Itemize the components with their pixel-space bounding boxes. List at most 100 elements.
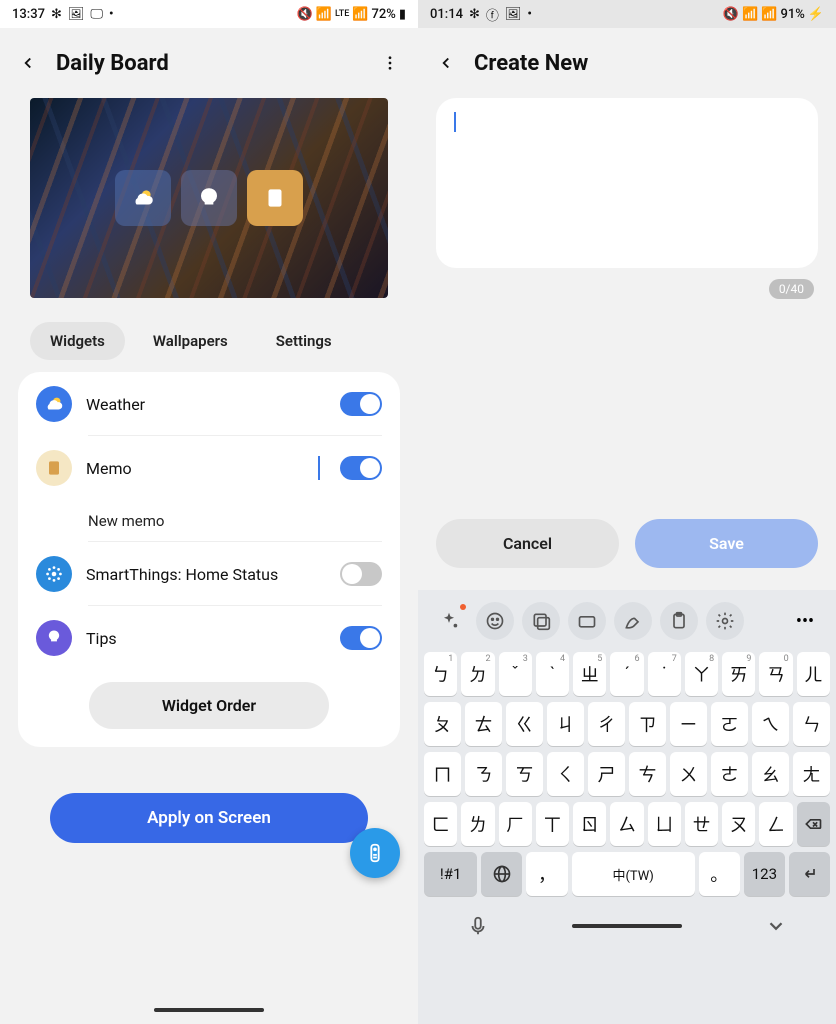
key-char[interactable]: ㄙ (610, 802, 643, 846)
tabs: Widgets Wallpapers Settings (0, 322, 418, 372)
keyboard-bottom-bar (424, 902, 830, 944)
key-char[interactable]: ㄗ (629, 702, 666, 746)
key-char[interactable]: ㄨ (670, 752, 707, 796)
widget-label: Memo (86, 459, 304, 478)
key-char[interactable]: ㄉ2 (461, 652, 494, 696)
key-numeric[interactable]: 123 (744, 852, 785, 896)
key-char[interactable]: ㄍ (506, 702, 543, 746)
more-menu-button[interactable] (378, 51, 402, 75)
ai-tool-icon[interactable] (430, 602, 468, 640)
handwrite-tool-icon[interactable] (614, 602, 652, 640)
key-period[interactable]: 。 (699, 852, 740, 896)
notification-dot (460, 604, 466, 610)
sticker-tool-icon[interactable] (522, 602, 560, 640)
key-char[interactable]: ㄆ (424, 702, 461, 746)
clipboard-tool-icon[interactable] (660, 602, 698, 640)
status-icon: ✻ (51, 7, 62, 22)
key-char[interactable]: ㄒ (536, 802, 569, 846)
key-char[interactable]: ㄐ (547, 702, 584, 746)
key-char[interactable]: ˊ6 (610, 652, 643, 696)
key-language[interactable] (481, 852, 522, 896)
key-char[interactable]: ㄕ (588, 752, 625, 796)
text-cursor (454, 112, 456, 132)
key-symbols[interactable]: !#1 (424, 852, 477, 896)
key-char[interactable]: ㄠ (752, 752, 789, 796)
key-char[interactable]: ㄩ (648, 802, 681, 846)
widget-row-tips[interactable]: Tips (18, 606, 400, 670)
memo-input[interactable] (436, 98, 818, 268)
key-char[interactable]: ˋ4 (536, 652, 569, 696)
facebook-icon: ⓕ (486, 5, 499, 24)
key-char[interactable]: ˇ3 (499, 652, 532, 696)
key-char[interactable]: ㄚ8 (685, 652, 718, 696)
key-char[interactable]: ㄈ (424, 802, 457, 846)
key-char[interactable]: ㄖ (573, 802, 606, 846)
key-char[interactable]: ㄊ (465, 702, 502, 746)
key-char[interactable]: ㄥ (759, 802, 792, 846)
key-char[interactable]: ㄑ (547, 752, 584, 796)
more-tools-icon[interactable]: ••• (786, 602, 824, 640)
keyboard-mode-icon[interactable] (568, 602, 606, 640)
tab-widgets[interactable]: Widgets (30, 322, 125, 360)
key-char[interactable]: ㄏ (499, 802, 532, 846)
signal-icon: 📶 (761, 7, 777, 22)
key-space[interactable]: 中(TW) (572, 852, 695, 896)
key-char[interactable]: ㄝ (685, 802, 718, 846)
nav-pill[interactable] (154, 1008, 264, 1012)
toggle-memo[interactable] (340, 456, 382, 480)
settings-tool-icon[interactable] (706, 602, 744, 640)
tab-settings[interactable]: Settings (256, 322, 352, 360)
save-button[interactable]: Save (635, 519, 818, 568)
key-char[interactable]: ㄣ (793, 702, 830, 746)
key-enter[interactable] (789, 852, 830, 896)
key-char[interactable]: ㄅ1 (424, 652, 457, 696)
key-char[interactable]: ㄓ5 (573, 652, 606, 696)
key-char[interactable]: ㄢ0 (759, 652, 792, 696)
toggle-smartthings[interactable] (340, 562, 382, 586)
widget-label: Weather (86, 395, 326, 414)
key-char[interactable]: ㄘ (629, 752, 666, 796)
mute-icon: 🔇 (297, 7, 313, 22)
tab-wallpapers[interactable]: Wallpapers (133, 322, 248, 360)
toggle-tips[interactable] (340, 626, 382, 650)
key-char[interactable]: ㄋ (465, 752, 502, 796)
tips-icon (36, 620, 72, 656)
widget-row-smartthings[interactable]: SmartThings: Home Status (18, 542, 400, 606)
back-button[interactable] (434, 51, 458, 75)
key-char[interactable]: ㄤ (793, 752, 830, 796)
memo-sub-new[interactable]: New memo (18, 500, 400, 542)
widget-order-button[interactable]: Widget Order (89, 682, 329, 729)
status-time: 13:37 (12, 7, 45, 22)
key-char[interactable]: ㄟ (752, 702, 789, 746)
key-char[interactable]: ㄜ (711, 752, 748, 796)
remote-fab[interactable] (350, 828, 400, 878)
cancel-button[interactable]: Cancel (436, 519, 619, 568)
mic-icon[interactable] (464, 912, 492, 940)
key-char[interactable]: ㄡ (722, 802, 755, 846)
key-char[interactable]: ㄧ (670, 702, 707, 746)
widget-label: SmartThings: Home Status (86, 565, 326, 584)
toggle-weather[interactable] (340, 392, 382, 416)
smartthings-icon (36, 556, 72, 592)
apply-button[interactable]: Apply on Screen (50, 793, 368, 843)
status-bar: 13:37 ✻ 🖼 🖵 • 🔇 📶 LTE 📶 72% ▮ (0, 0, 418, 28)
key-char[interactable]: ㄦ (797, 652, 830, 696)
widget-row-weather[interactable]: Weather (18, 372, 400, 436)
key-char[interactable]: ㄌ (461, 802, 494, 846)
battery-text: 91% (780, 7, 804, 22)
collapse-keyboard-icon[interactable] (762, 912, 790, 940)
key-backspace[interactable] (797, 802, 830, 846)
key-char[interactable]: ˙7 (648, 652, 681, 696)
widget-row-memo[interactable]: Memo (18, 436, 400, 500)
key-char[interactable]: ㄎ (506, 752, 543, 796)
phone-right: 01:14 ✻ ⓕ 🖼 • 🔇 📶 📶 91% ⚡ Create New 0/4… (418, 0, 836, 1024)
preview-tile-weather (115, 170, 171, 226)
emoji-tool-icon[interactable] (476, 602, 514, 640)
key-char[interactable]: ㄞ9 (722, 652, 755, 696)
nav-pill[interactable] (572, 924, 682, 928)
key-comma[interactable]: ， (526, 852, 567, 896)
back-button[interactable] (16, 51, 40, 75)
key-char[interactable]: ㄛ (711, 702, 748, 746)
key-char[interactable]: ㄔ (588, 702, 625, 746)
key-char[interactable]: ㄇ (424, 752, 461, 796)
